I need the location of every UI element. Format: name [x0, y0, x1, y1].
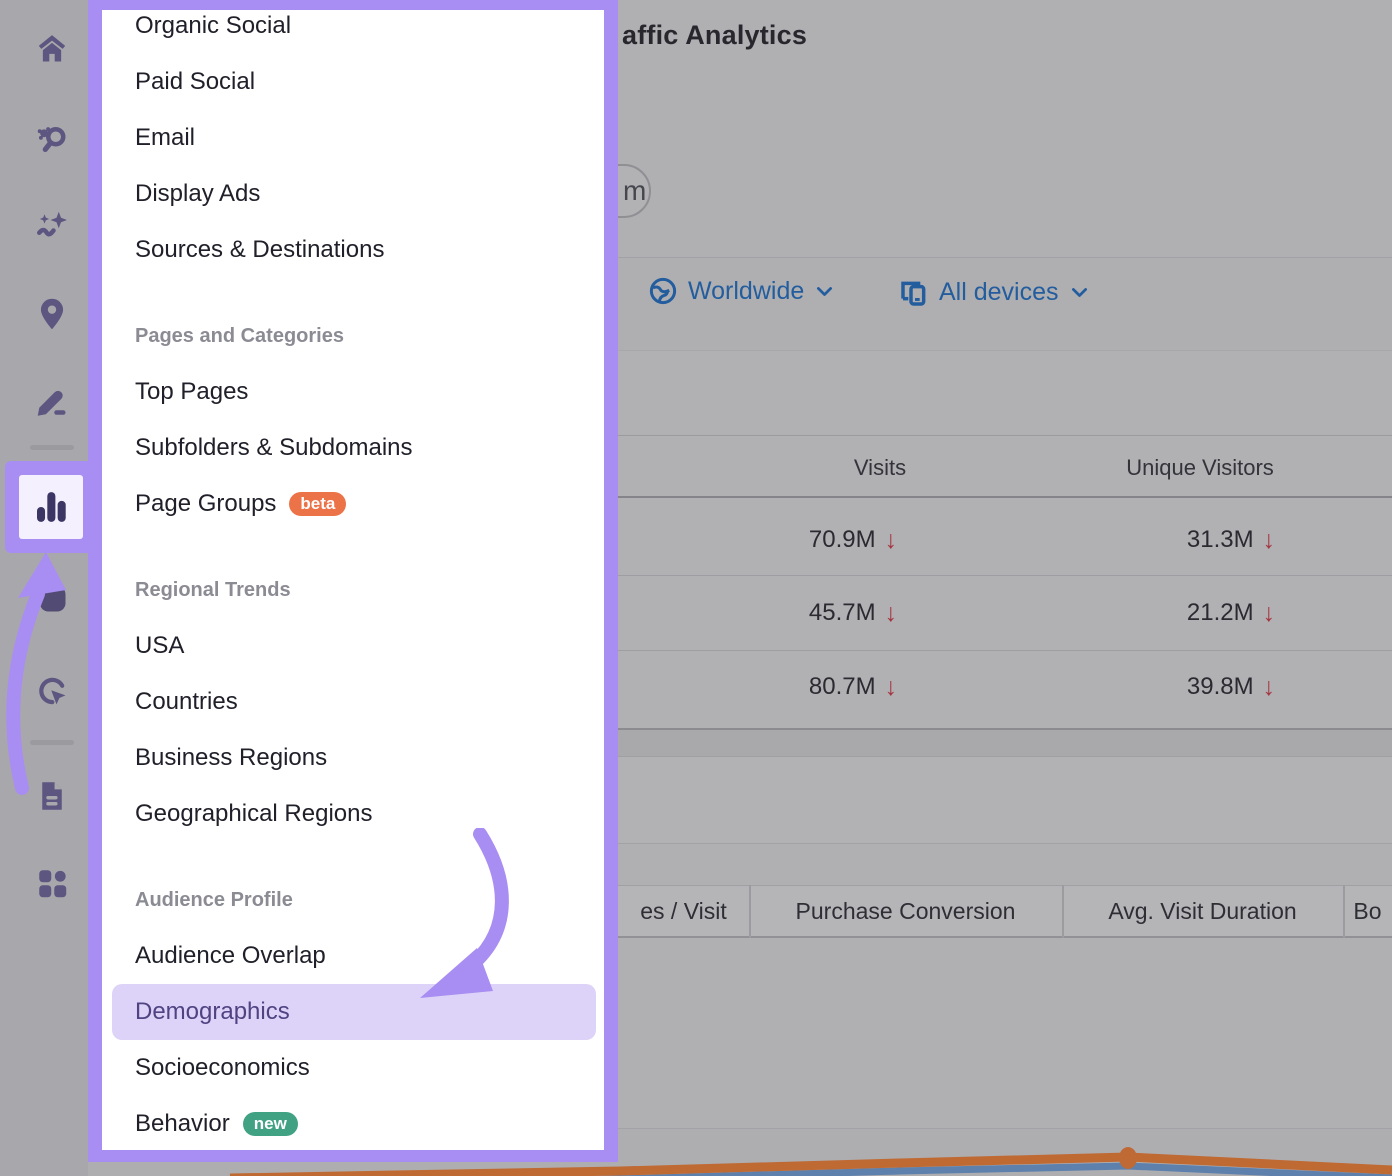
table-cell-unique-visitors: 31.3M ↓ — [1121, 523, 1341, 557]
active-nav-inner — [19, 475, 83, 539]
menu-item-label: Sources & Destinations — [135, 236, 384, 264]
menu-item-label: Paid Social — [135, 68, 255, 96]
column-header-avg-visit-duration[interactable]: Avg. Visit Duration — [1062, 885, 1343, 938]
ai-sparkles-icon — [34, 205, 70, 241]
trend-down-icon: ↓ — [885, 526, 898, 555]
menu-item-paid-social[interactable]: Paid Social — [102, 54, 604, 110]
table-row-divider — [604, 575, 1392, 576]
column-divider — [1062, 885, 1064, 938]
menu-item-page-groups[interactable]: Page Groups beta — [102, 476, 604, 532]
menu-section-label: Regional Trends — [135, 579, 291, 602]
trend-down-icon: ↓ — [1263, 599, 1276, 628]
menu-item-sources-destinations[interactable]: Sources & Destinations — [102, 222, 604, 278]
menu-item-business-regions[interactable]: Business Regions — [102, 730, 604, 786]
beta-badge: beta — [289, 492, 346, 517]
menu-item-countries[interactable]: Countries — [102, 674, 604, 730]
menu-item-label: Organic Social — [135, 12, 291, 40]
menu-section-regional-trends: Regional Trends — [102, 562, 604, 618]
chevron-down-icon — [814, 281, 835, 302]
menu-item-label: Display Ads — [135, 180, 260, 208]
devices-filter[interactable]: All devices — [897, 276, 1090, 308]
sidebar-item-content[interactable] — [34, 381, 70, 417]
table-cell-visits: 80.7M ↓ — [743, 670, 963, 704]
menu-section-pages-and-categories: Pages and Categories — [102, 308, 604, 364]
table-cell-unique-visitors: 21.2M ↓ — [1121, 596, 1341, 630]
table-cell-unique-visitors: 39.8M ↓ — [1121, 670, 1341, 704]
menu-item-display-ads[interactable]: Display Ads — [102, 166, 604, 222]
new-badge: new — [243, 1112, 298, 1137]
metric-value: 70.9M — [809, 526, 876, 554]
menu-item-organic-social[interactable]: Organic Social — [102, 0, 604, 54]
location-filter[interactable]: Worldwide — [648, 276, 835, 306]
column-header-pages-per-visit[interactable]: es / Visit — [618, 885, 749, 938]
sidebar-divider — [30, 445, 74, 450]
menu-item-label: Geographical Regions — [135, 800, 372, 828]
active-nav-highlight-traffic-analytics[interactable] — [5, 461, 97, 553]
column-header-purchase-conversion[interactable]: Purchase Conversion — [749, 885, 1062, 938]
trend-down-icon: ↓ — [885, 599, 898, 628]
column-header-visits[interactable]: Visits — [780, 453, 980, 483]
menu-item-socioeconomics[interactable]: Socioeconomics — [102, 1040, 604, 1096]
menu-item-label: USA — [135, 632, 184, 660]
menu-item-label: Email — [135, 124, 195, 152]
sidebar-item-ai[interactable] — [34, 205, 70, 241]
traffic-analytics-bars-icon — [30, 486, 72, 528]
location-pin-icon — [34, 296, 70, 332]
column-divider — [1343, 885, 1345, 938]
sidebar-item-apps[interactable] — [34, 865, 70, 901]
menu-section-label: Pages and Categories — [135, 325, 344, 348]
menu-item-label: Top Pages — [135, 378, 248, 406]
metric-value: 31.3M — [1187, 526, 1254, 554]
menu-item-behavior[interactable]: Behavior new — [102, 1096, 604, 1152]
menu-section-label: Audience Profile — [135, 889, 293, 912]
column-header-bounce-rate[interactable]: Bo — [1343, 885, 1392, 938]
traffic-analytics-screen: affic Analytics m Worldwide All devices … — [0, 0, 1392, 1176]
menu-item-label: Countries — [135, 688, 238, 716]
content-pencil-icon — [34, 381, 70, 417]
metric-value: 39.8M — [1187, 673, 1254, 701]
menu-item-label: Audience Overlap — [135, 942, 326, 970]
table-row-divider — [604, 650, 1392, 651]
menu-item-top-pages[interactable]: Top Pages — [102, 364, 604, 420]
seo-search-icon — [34, 121, 70, 157]
menu-item-label: Page Groups — [135, 490, 276, 518]
trend-down-icon: ↓ — [1263, 673, 1276, 702]
annotation-arrow-to-traffic-icon — [0, 550, 100, 800]
menu-item-label: Business Regions — [135, 744, 327, 772]
sidebar-item-home[interactable] — [34, 30, 70, 66]
home-icon — [34, 30, 70, 66]
menu-item-subfolders-subdomains[interactable]: Subfolders & Subdomains — [102, 420, 604, 476]
menu-item-label: Subfolders & Subdomains — [135, 434, 413, 462]
sidebar-item-local[interactable] — [34, 296, 70, 332]
all-devices-icon — [897, 276, 929, 308]
chart-point-marker[interactable] — [1119, 1147, 1137, 1169]
metric-value: 45.7M — [809, 599, 876, 627]
menu-item-label: Behavior — [135, 1110, 230, 1138]
metric-value: 21.2M — [1187, 599, 1254, 627]
table-header-bottom-border — [604, 496, 1392, 498]
domain-chip-label: m — [623, 175, 646, 207]
table-cell-visits: 45.7M ↓ — [743, 596, 963, 630]
table-cell-visits: 70.9M ↓ — [743, 523, 963, 557]
apps-grid-icon — [34, 865, 70, 901]
page-title: affic Analytics — [622, 20, 807, 51]
chevron-down-icon — [1069, 282, 1090, 303]
menu-item-label: Demographics — [135, 998, 290, 1026]
devices-filter-label: All devices — [939, 278, 1059, 307]
table-header-top-border — [604, 435, 1392, 436]
location-filter-label: Worldwide — [688, 277, 804, 306]
menu-item-usa[interactable]: USA — [102, 618, 604, 674]
menu-item-email[interactable]: Email — [102, 110, 604, 166]
annotation-arrow-to-demographics — [395, 828, 530, 1018]
traffic-analytics-dropdown-menu: Organic Social Paid Social Email Display… — [88, 0, 618, 1162]
column-divider — [749, 885, 751, 938]
column-header-unique-visitors[interactable]: Unique Visitors — [1090, 453, 1310, 483]
metric-value: 80.7M — [809, 673, 876, 701]
trend-down-icon: ↓ — [1263, 526, 1276, 555]
sidebar-item-seo[interactable] — [34, 121, 70, 157]
trend-down-icon: ↓ — [885, 673, 898, 702]
globe-icon — [648, 276, 678, 306]
menu-item-label: Socioeconomics — [135, 1054, 310, 1082]
